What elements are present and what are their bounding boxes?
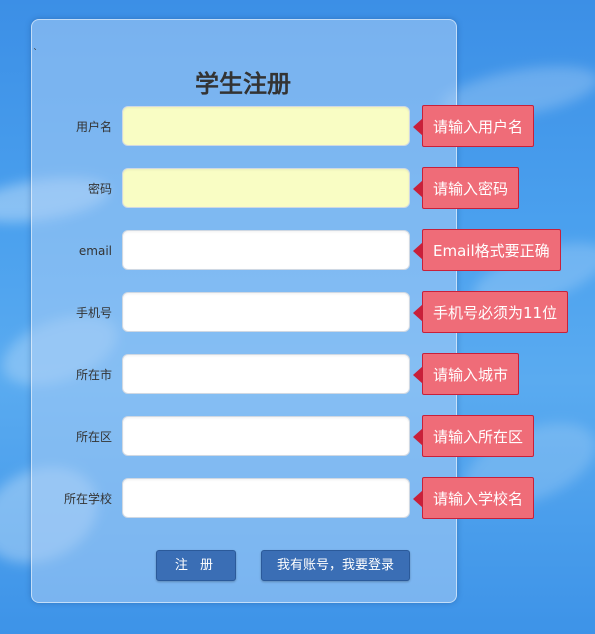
login-link-button[interactable]: 我有账号，我要登录 (261, 550, 410, 581)
city-error-tip: 请输入城市 (412, 353, 520, 395)
email-error-tip: Email格式要正确 (413, 229, 561, 271)
city-label: 所在市 (75, 368, 112, 382)
password-label: 密码 (87, 182, 112, 196)
phone-error-tip: 手机号必须为11位 (412, 291, 569, 333)
district-input[interactable] (122, 416, 410, 456)
page-title: 学生注册 (195, 70, 291, 98)
stray-mark: ` (33, 48, 38, 59)
username-error-tip: 请输入用户名 (412, 105, 535, 147)
city-input[interactable] (122, 354, 410, 394)
password-error-tip: 请输入密码 (412, 167, 520, 209)
form-row-school: 所在学校 请输入学校名 (0, 477, 595, 520)
register-button[interactable]: 注 册 (156, 550, 236, 581)
form-row-username: 用户名 请输入用户名 (0, 105, 595, 148)
username-label: 用户名 (75, 120, 112, 134)
district-error-tip: 请输入所在区 (412, 415, 535, 457)
school-input[interactable] (122, 478, 410, 518)
form-row-city: 所在市 请输入城市 (0, 353, 595, 396)
username-input[interactable] (122, 106, 410, 146)
email-label: email (78, 244, 112, 258)
email-input[interactable] (122, 230, 410, 270)
school-error-tip: 请输入学校名 (412, 477, 535, 519)
school-label: 所在学校 (63, 492, 112, 506)
password-input[interactable] (122, 168, 410, 208)
form-row-phone: 手机号 手机号必须为11位 (0, 291, 595, 334)
form-row-district: 所在区 请输入所在区 (0, 415, 595, 458)
form-row-password: 密码 请输入密码 (0, 167, 595, 210)
phone-input[interactable] (122, 292, 410, 332)
form-row-email: email Email格式要正确 (0, 229, 595, 272)
district-label: 所在区 (75, 430, 112, 444)
phone-label: 手机号 (75, 306, 112, 320)
